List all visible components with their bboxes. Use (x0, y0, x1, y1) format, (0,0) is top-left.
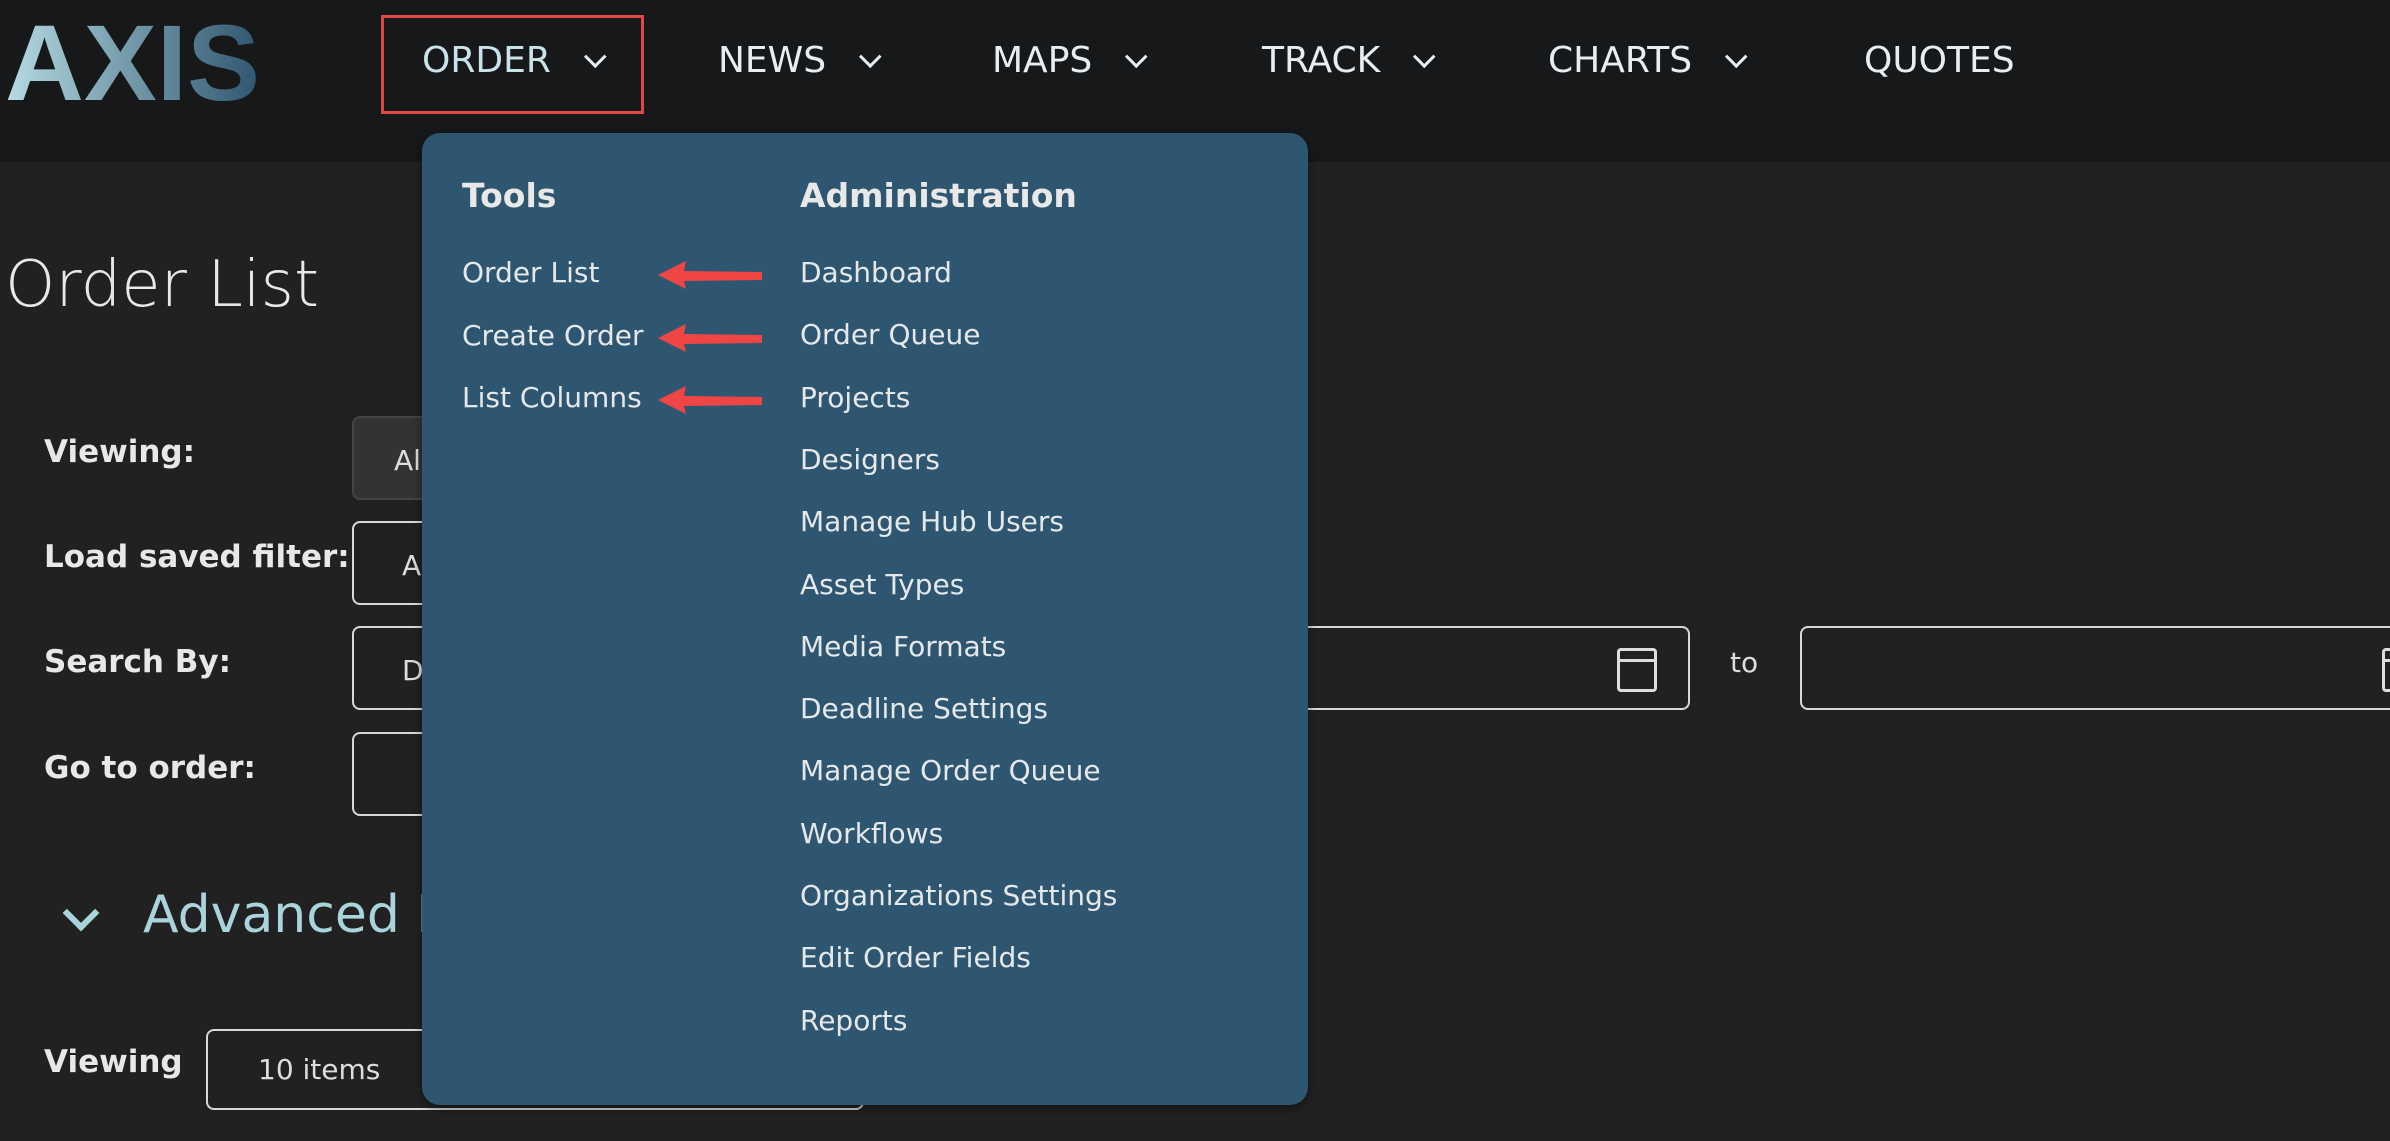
nav-label: MAPS (992, 40, 1093, 81)
date-to-input[interactable] (1800, 626, 2390, 710)
page-size-value: 10 items (258, 1053, 381, 1086)
menu-item-reports[interactable]: Reports (800, 1004, 907, 1037)
nav-order[interactable]: ORDER (422, 40, 607, 81)
chevron-down-icon (859, 44, 882, 68)
menu-item-projects[interactable]: Projects (800, 381, 910, 414)
pager-viewing-label: Viewing (44, 1044, 183, 1080)
saved-filter-value: A (402, 549, 422, 582)
calendar-icon[interactable] (1617, 648, 1657, 692)
viewing-value: Al (394, 444, 421, 477)
nav-label: CHARTS (1548, 40, 1693, 81)
page-title: Order List (5, 248, 320, 322)
nav-charts[interactable]: CHARTS (1548, 40, 1748, 81)
calendar-icon[interactable] (2382, 648, 2390, 692)
menu-item-edit-order-fields[interactable]: Edit Order Fields (800, 941, 1031, 974)
chevron-down-icon[interactable] (62, 894, 100, 932)
menu-item-deadline-settings[interactable]: Deadline Settings (800, 692, 1048, 725)
order-dropdown-menu: Tools Administration Order List Create Or… (422, 133, 1308, 1105)
menu-item-media-formats[interactable]: Media Formats (800, 630, 1006, 663)
menu-item-workflows[interactable]: Workflows (800, 817, 943, 850)
nav-quotes[interactable]: QUOTES (1864, 40, 2015, 81)
nav-news[interactable]: NEWS (718, 40, 882, 81)
chevron-down-icon (1413, 44, 1436, 68)
red-arrow-annotation (658, 261, 762, 289)
menu-item-dashboard[interactable]: Dashboard (800, 256, 952, 289)
saved-filter-label: Load saved filter: (44, 539, 350, 575)
administration-heading: Administration (800, 176, 1077, 215)
red-arrow-annotation (658, 386, 762, 414)
menu-item-order-list[interactable]: Order List (462, 256, 599, 289)
tools-heading: Tools (462, 176, 557, 215)
viewing-label: Viewing: (44, 434, 196, 470)
nav-label: NEWS (718, 40, 827, 81)
to-label: to (1730, 646, 1759, 679)
advanced-filters-toggle[interactable]: Advanced F (143, 885, 446, 945)
menu-item-organizations-settings[interactable]: Organizations Settings (800, 879, 1117, 912)
red-arrow-annotation (658, 323, 762, 352)
menu-item-create-order[interactable]: Create Order (462, 319, 644, 352)
menu-item-order-queue[interactable]: Order Queue (800, 318, 980, 351)
axis-logo[interactable]: AXIS (5, 12, 265, 107)
nav-label: ORDER (422, 40, 551, 81)
nav-label: QUOTES (1864, 40, 2015, 81)
svg-text:AXIS: AXIS (5, 12, 260, 107)
nav-track[interactable]: TRACK (1262, 40, 1436, 81)
search-by-value: D (402, 654, 424, 687)
nav-maps[interactable]: MAPS (992, 40, 1148, 81)
nav-label: TRACK (1262, 40, 1381, 81)
search-by-label: Search By: (44, 644, 232, 680)
chevron-down-icon (1725, 44, 1748, 68)
chevron-down-icon (1125, 44, 1148, 68)
menu-item-list-columns[interactable]: List Columns (462, 381, 642, 414)
menu-item-asset-types[interactable]: Asset Types (800, 568, 964, 601)
menu-item-designers[interactable]: Designers (800, 443, 940, 476)
menu-item-manage-order-queue[interactable]: Manage Order Queue (800, 754, 1101, 787)
menu-item-manage-hub-users[interactable]: Manage Hub Users (800, 505, 1064, 538)
goto-order-label: Go to order: (44, 750, 256, 786)
